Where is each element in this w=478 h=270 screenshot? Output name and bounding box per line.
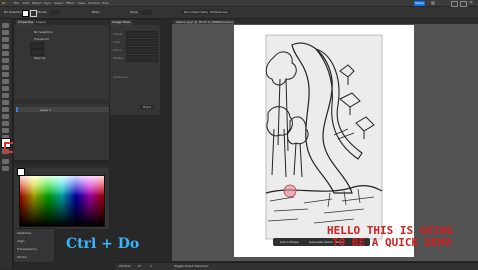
tools-panel xyxy=(0,19,15,269)
stroke-swatch[interactable] xyxy=(30,10,37,17)
preset-dropdown[interactable] xyxy=(126,31,158,38)
control-bar: No Selection Stroke Basic Style Document… xyxy=(0,7,478,19)
properties-panel: Properties Layers No Selection Transform… xyxy=(13,19,110,161)
advanced-toggle[interactable]: Advanced xyxy=(113,75,128,79)
color-panel-tabbar xyxy=(14,163,109,168)
view-label: View xyxy=(113,40,121,44)
rectangle-tool-icon[interactable] xyxy=(2,72,9,77)
palette-label: Palette xyxy=(113,56,124,60)
sketch-image xyxy=(265,34,383,240)
selection-tool-icon[interactable] xyxy=(2,23,9,28)
image-trace-title: Image Trace xyxy=(110,20,133,25)
artboard xyxy=(234,25,414,257)
mode-dropdown[interactable] xyxy=(126,47,158,54)
selection-status: No Selection xyxy=(4,10,23,14)
menu-type[interactable]: Type xyxy=(44,1,51,5)
x-field[interactable] xyxy=(30,42,44,49)
view-dropdown[interactable] xyxy=(126,39,158,46)
search-icon[interactable] xyxy=(431,1,435,5)
preset-label: Preset xyxy=(113,32,123,36)
stroke-label: Stroke xyxy=(37,10,47,14)
style-label: Style xyxy=(130,10,138,14)
image-trace-panel: Image Trace Preset View Mode Palette Adv… xyxy=(109,19,161,116)
document-setup-button[interactable]: Document Setup xyxy=(182,10,212,14)
mode-label: Mode xyxy=(113,48,122,52)
style-dropdown[interactable] xyxy=(140,10,152,15)
shortcut-overlay: Ctrl + Do xyxy=(66,236,140,252)
image-trace-tabbar: Image Trace xyxy=(110,20,160,25)
collapsed-panels: Swatches Align Transparency Stroke xyxy=(13,228,55,263)
current-color-swatch[interactable] xyxy=(17,168,25,176)
layer-row[interactable]: Layer 1 xyxy=(16,107,109,112)
transparency-panel-tab[interactable]: Transparency xyxy=(17,247,37,251)
current-tool-label: Toggle Direct Selection xyxy=(174,264,209,268)
brush-cursor xyxy=(283,184,297,198)
scale-tool-icon[interactable] xyxy=(2,107,9,112)
draw-mode-icon[interactable] xyxy=(2,159,9,164)
trace-button[interactable]: Trace xyxy=(140,105,154,109)
rotate-tool-icon[interactable] xyxy=(2,100,9,105)
preferences-button[interactable]: Preferences xyxy=(208,10,230,14)
menu-edit[interactable]: Edit xyxy=(23,1,29,5)
color-spectrum[interactable] xyxy=(19,175,105,227)
menu-file[interactable]: File xyxy=(14,1,19,5)
artboard-number[interactable]: 1 xyxy=(150,264,152,268)
screen-mode-icon[interactable] xyxy=(2,166,9,171)
gradient-tool-icon[interactable] xyxy=(2,128,9,133)
transform-label: Transform xyxy=(34,37,49,41)
tab-properties[interactable]: Properties xyxy=(16,20,36,25)
menu-effect[interactable]: Effect xyxy=(66,1,75,5)
tab-layers[interactable]: Layers xyxy=(34,20,48,25)
shape-builder-icon[interactable] xyxy=(2,121,9,126)
document-tabbar: Sketch.jpg* @ 18.22 % (RGB/Preview) xyxy=(172,19,478,24)
menu-view[interactable]: View xyxy=(78,1,85,5)
width-tool-icon[interactable] xyxy=(2,114,9,119)
paintbrush-tool-icon[interactable] xyxy=(2,79,9,84)
properties-tabbar: Properties Layers xyxy=(14,20,109,25)
y-field[interactable] xyxy=(30,49,44,56)
fill-swatch[interactable] xyxy=(22,10,29,17)
pencil-tool-icon[interactable] xyxy=(2,86,9,91)
opacity-label: Opacity xyxy=(34,56,46,60)
close-icon[interactable]: ✕ xyxy=(469,0,473,6)
no-selection-label: No Selection xyxy=(34,30,53,34)
curvature-tool-icon[interactable] xyxy=(2,51,9,56)
line-tool-icon[interactable] xyxy=(2,65,9,70)
app-logo: Ai xyxy=(2,1,6,5)
type-tool-icon[interactable] xyxy=(2,58,9,63)
caption-line-2: TO BE A QUICK DEMO xyxy=(332,236,452,249)
pen-tool-icon[interactable] xyxy=(2,44,9,49)
menu-window[interactable]: Window xyxy=(88,1,100,5)
menu-bar: Ai File Edit Object Type Select Effect V… xyxy=(0,0,478,7)
align-panel-tab[interactable]: Align xyxy=(17,239,25,243)
caption-line-1: HELLO THIS IS GOING xyxy=(327,224,453,237)
stroke-weight-field[interactable] xyxy=(50,10,60,15)
menu-object[interactable]: Object xyxy=(32,1,42,5)
swatches-panel-tab[interactable]: Swatches xyxy=(17,231,31,235)
share-button[interactable]: Share xyxy=(414,1,425,6)
direct-selection-tool-icon[interactable] xyxy=(2,30,9,35)
layer-name: Layer 1 xyxy=(40,108,52,112)
menu-help[interactable]: Help xyxy=(102,1,109,5)
menu-select[interactable]: Select xyxy=(54,1,63,5)
add-shape-button[interactable]: Add a Shape xyxy=(280,240,299,244)
layers-header xyxy=(14,99,109,104)
rotation-angle[interactable]: 0° xyxy=(138,264,141,268)
palette-dropdown[interactable] xyxy=(126,55,158,62)
eraser-tool-icon[interactable] xyxy=(2,93,9,98)
magic-wand-icon[interactable] xyxy=(2,37,9,42)
zoom-level[interactable]: 18.22% xyxy=(119,264,130,268)
stroke-panel-tab[interactable]: Stroke xyxy=(17,255,27,259)
document-tab[interactable]: Sketch.jpg* @ 18.22 % (RGB/Preview) xyxy=(174,20,235,24)
brush-basic[interactable]: Basic xyxy=(92,10,100,14)
